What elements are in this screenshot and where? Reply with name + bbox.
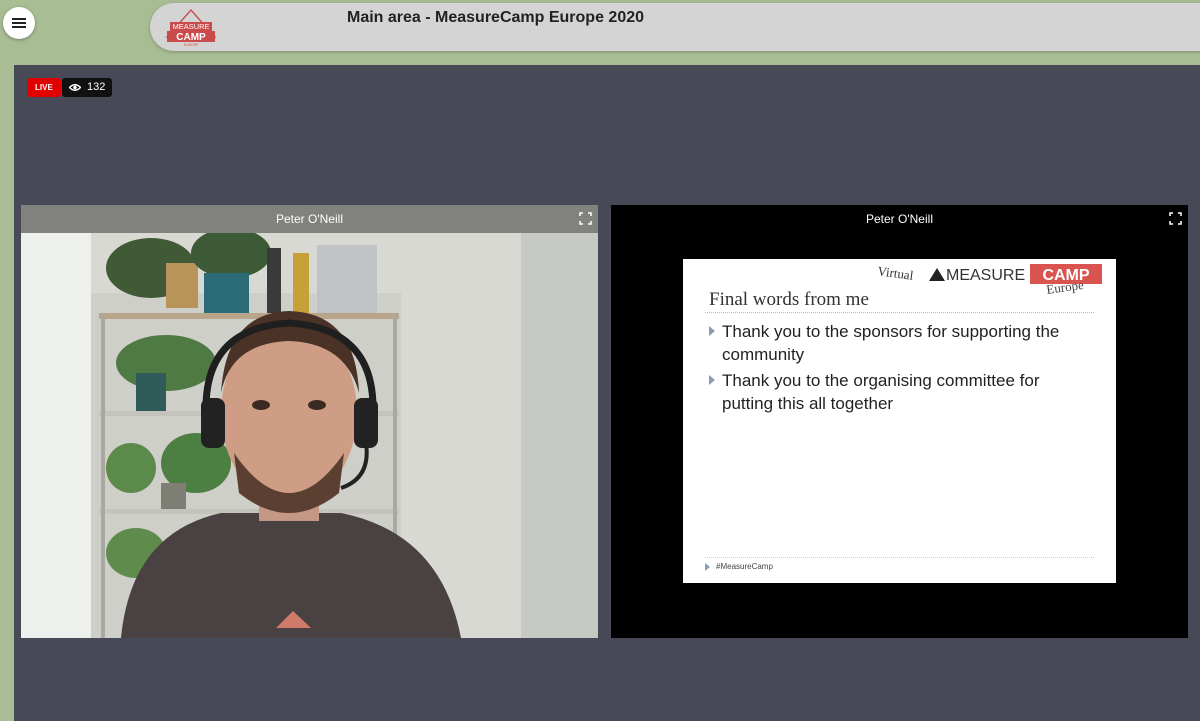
slide-bullet: Thank you to the organising committee fo… — [709, 369, 1079, 415]
bullet-arrow-icon — [705, 562, 710, 571]
slide-footer: #MeasureCamp — [705, 562, 773, 571]
presentation-slide: Virtual MEASURE CAMP Europe Final words … — [683, 259, 1116, 583]
speaker-video-feed — [21, 233, 598, 638]
slide-bullet-text: Thank you to the sponsors for supporting… — [722, 322, 1060, 364]
page-title: Main area - MeasureCamp Europe 2020 — [347, 9, 645, 26]
header-bar: MEASURE CAMP EUROPE Main area - MeasureC… — [150, 3, 1200, 51]
slide-bullet-text: Thank you to the organising committee fo… — [722, 371, 1040, 413]
slide-bullet: Thank you to the sponsors for supporting… — [709, 320, 1079, 366]
eye-icon — [69, 84, 81, 91]
measurecamp-logo[interactable]: MEASURE CAMP EUROPE — [164, 7, 218, 47]
brand-measure: MEASURE — [946, 267, 1025, 284]
viewer-count-badge: 132 — [62, 78, 113, 97]
participant-name: Peter O'Neill — [21, 205, 598, 233]
slide-title: Final words from me — [709, 289, 869, 310]
video-stage: LIVE 132 Peter O'Neill Peter O'Neill Vir… — [14, 65, 1200, 721]
screen-share-tile[interactable]: Peter O'Neill Virtual MEASURE CAMP Europ… — [611, 205, 1188, 638]
live-badge: LIVE — [27, 78, 61, 97]
participant-name: Peter O'Neill — [866, 212, 933, 226]
logo-top-text: MEASURE — [172, 22, 209, 31]
speaker-camera-tile[interactable]: Peter O'Neill — [21, 205, 598, 638]
slide-footer-divider — [705, 557, 1094, 558]
menu-icon — [12, 18, 26, 28]
bullet-arrow-icon — [709, 375, 715, 385]
slide-footer-text: #MeasureCamp — [716, 562, 773, 571]
expand-icon[interactable] — [1169, 212, 1182, 225]
logo-bottom-text: CAMP — [176, 32, 206, 43]
bullet-arrow-icon — [709, 326, 715, 336]
expand-icon[interactable] — [579, 212, 592, 225]
logo-sub-text: EUROPE — [184, 43, 199, 47]
viewer-count: 132 — [87, 81, 106, 93]
brand-virtual: Virtual — [877, 263, 915, 283]
slide-divider — [705, 312, 1094, 313]
measurecamp-slide-brand: Virtual MEASURE CAMP Europe — [877, 263, 1102, 295]
main-menu-button[interactable] — [3, 7, 35, 39]
